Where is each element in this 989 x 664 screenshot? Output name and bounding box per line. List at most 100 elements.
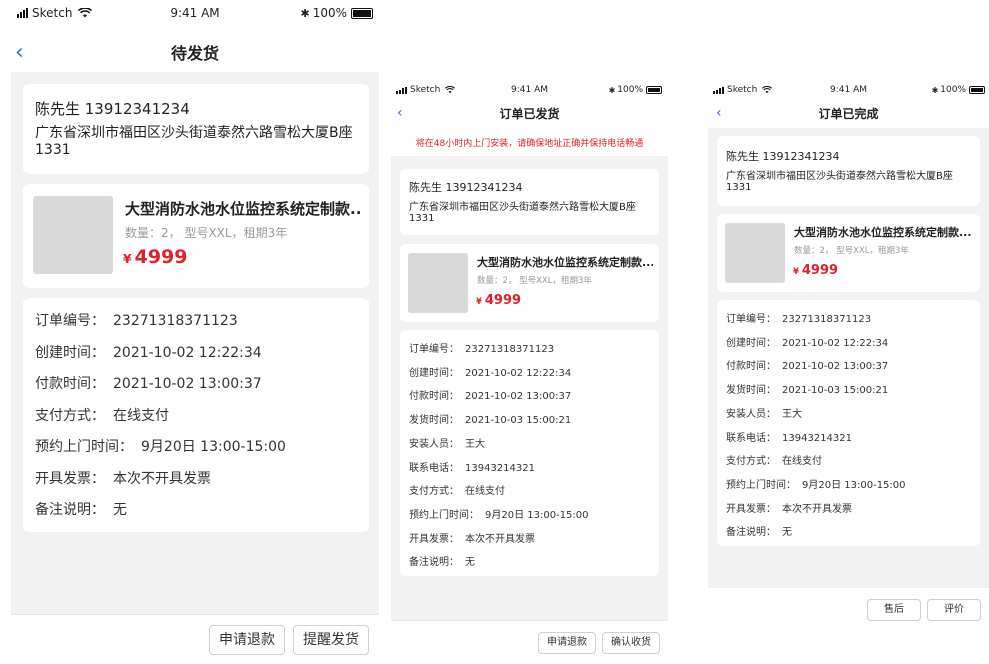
product-title: 大型消防水池水位监控系统定制款...: [477, 256, 653, 269]
detail-row: 发货时间： 2021-10-03 15:00:21: [726, 381, 888, 396]
address-card[interactable]: 陈先生 13912341234 广东省深圳市福田区沙头街道泰然六路雪松大厦B座 …: [400, 169, 659, 235]
detail-label: 开具发票：: [35, 470, 105, 487]
detail-row: 开具发票： 本次不开具发票: [726, 500, 852, 515]
detail-label: 订单编号：: [726, 314, 776, 325]
detail-row: 预约上门时间： 9月20日 13:00-15:00: [726, 476, 906, 491]
detail-label: 备注说明：: [726, 527, 776, 539]
product-price: ¥4999: [123, 246, 187, 268]
remind-shipment-button[interactable]: 提醒发货: [293, 625, 369, 655]
order-details-card: 订单编号： 23271318371123 创建时间： 2021-10-02 12:22…: [400, 330, 659, 576]
back-chevron-icon[interactable]: ‹: [15, 40, 24, 65]
detail-row: 联系电话： 13943214321: [409, 459, 535, 474]
bottom-action-bar: 售后 评价: [708, 588, 989, 632]
product-card[interactable]: 大型消防水池水位监控系统定制款... 数量：2， 型号XXL，租期3年 ¥499…: [400, 244, 659, 322]
bluetooth-icon: ✱: [931, 85, 939, 95]
detail-value: 2021-10-02 13:00:37: [465, 391, 572, 403]
detail-row: 开具发票： 本次不开具发票: [35, 468, 211, 488]
detail-value: 2021-10-03 15:00:21: [782, 385, 889, 397]
product-meta: 数量：2， 型号XXL，租期3年: [477, 276, 592, 286]
price-value: 4999: [801, 263, 839, 278]
detail-row: 安装人员： 王大: [726, 405, 802, 420]
detail-row: 安装人员： 王大: [409, 435, 485, 450]
detail-row: 支付方式： 在线支付: [409, 482, 505, 497]
request-refund-button[interactable]: 申请退款: [538, 632, 596, 654]
status-right: ✱ 100%: [932, 85, 985, 95]
battery-percent: 100%: [312, 6, 347, 20]
status-bar: Sketch 9:41 AM ✱ 100%: [11, 4, 379, 22]
detail-label: 付款时间：: [409, 391, 459, 403]
back-chevron-icon[interactable]: ‹: [397, 105, 403, 121]
detail-label: 联系电话：: [409, 462, 459, 474]
back-chevron-icon[interactable]: ‹: [716, 105, 722, 121]
navigation-bar: ‹ 待发货: [11, 36, 379, 68]
detail-label: 开具发票：: [726, 503, 776, 515]
after-sales-button[interactable]: 售后: [867, 599, 921, 621]
detail-value: 2021-10-02 13:00:37: [113, 376, 262, 392]
status-right: ✱ 100%: [609, 85, 662, 95]
product-meta: 数量：2， 型号XXL，租期3年: [794, 246, 909, 256]
bluetooth-icon: ✱: [608, 85, 616, 95]
detail-label: 订单编号：: [409, 344, 459, 355]
product-card[interactable]: 大型消防水池水位监控系统定制款... 数量：2， 型号XXL，租期3年 ¥499…: [717, 214, 980, 292]
bottom-action-bar: 申请退款 确认收货: [391, 620, 668, 664]
detail-row: 付款时间： 2021-10-02 13:00:37: [409, 387, 571, 402]
order-details-card: 订单编号： 23271318371123 创建时间： 2021-10-02 12:22…: [717, 300, 980, 546]
app-header: Sketch 9:41 AM ✱ 100% ‹ 待发货: [11, 0, 379, 72]
product-title: 大型消防水池水位监控系统定制款...: [125, 200, 361, 218]
detail-value: 无: [113, 502, 127, 518]
confirm-receipt-button[interactable]: 确认收货: [602, 632, 660, 654]
price-value: 4999: [484, 293, 522, 308]
currency-symbol: ¥: [793, 266, 799, 276]
detail-label: 预约上门时间：: [409, 509, 479, 521]
detail-row: 创建时间： 2021-10-02 12:22:34: [726, 334, 888, 349]
address-card[interactable]: 陈先生 13912341234 广东省深圳市福田区沙头街道泰然六路雪松大厦B座 …: [23, 84, 369, 174]
detail-value: 本次不开具发票: [465, 533, 535, 545]
detail-row: 支付方式： 在线支付: [35, 405, 169, 425]
detail-value: 13943214321: [465, 462, 535, 474]
detail-label: 支付方式：: [35, 407, 105, 424]
battery-percent: 100%: [940, 85, 966, 95]
detail-label: 安装人员：: [726, 408, 776, 420]
detail-row: 发货时间： 2021-10-03 15:00:21: [409, 411, 571, 426]
detail-value: 23271318371123: [113, 313, 238, 329]
page-title: 待发货: [170, 44, 219, 63]
detail-row: 订单编号： 23271318371123: [409, 340, 554, 355]
detail-label: 发货时间：: [726, 385, 776, 397]
product-thumbnail: [725, 223, 785, 283]
detail-label: 预约上门时间：: [35, 439, 133, 455]
address-card[interactable]: 陈先生 13912341234 广东省深圳市福田区沙头街道泰然六路雪松大厦B座 …: [717, 136, 980, 206]
detail-label: 创建时间：: [409, 367, 459, 379]
product-price: ¥4999: [793, 263, 838, 278]
detail-label: 创建时间：: [726, 337, 776, 349]
screen-pending-shipment: Sketch 9:41 AM ✱ 100% ‹ 待发货 陈先生 13912341…: [11, 0, 379, 664]
recipient-name-phone: 陈先生 13912341234: [409, 181, 523, 194]
detail-value: 在线支付: [113, 407, 169, 424]
detail-label: 创建时间：: [35, 344, 105, 361]
detail-value: 23271318371123: [782, 314, 872, 325]
detail-value: 无: [782, 527, 792, 539]
currency-symbol: ¥: [476, 296, 482, 306]
detail-row: 备注说明： 无: [726, 523, 792, 538]
bottom-action-bar: 申请退款 提醒发货: [11, 614, 379, 664]
address-line-1: 广东省深圳市福田区沙头街道泰然六路雪松大厦B座: [726, 171, 953, 182]
detail-row: 预约上门时间： 9月20日 13:00-15:00: [409, 506, 589, 521]
detail-label: 发货时间：: [409, 415, 459, 427]
recipient-name-phone: 陈先生 13912341234: [35, 100, 190, 118]
navigation-bar: ‹ 订单已发货: [391, 102, 668, 124]
detail-label: 订单编号：: [35, 313, 105, 329]
battery-icon: [646, 86, 662, 94]
bluetooth-icon: ✱: [300, 6, 310, 20]
address-line-2: 1331: [409, 213, 435, 224]
detail-value: 9月20日 13:00-15:00: [802, 479, 906, 491]
detail-value: 2021-10-02 12:22:34: [465, 367, 572, 379]
status-bar: Sketch 9:41 AM ✱ 100%: [391, 83, 668, 97]
product-title: 大型消防水池水位监控系统定制款...: [794, 226, 972, 239]
detail-value: 本次不开具发票: [113, 470, 211, 487]
review-button[interactable]: 评价: [927, 599, 981, 621]
detail-label: 付款时间：: [726, 361, 776, 373]
request-refund-button[interactable]: 申请退款: [209, 625, 285, 655]
detail-value: 2021-10-03 15:00:21: [465, 415, 572, 427]
detail-value: 9月20日 13:00-15:00: [485, 509, 589, 521]
product-card[interactable]: 大型消防水池水位监控系统定制款... 数量：2， 型号XXL，租期3年 ¥499…: [23, 184, 369, 288]
address-line-1: 广东省深圳市福田区沙头街道泰然六路雪松大厦B座: [35, 125, 353, 141]
